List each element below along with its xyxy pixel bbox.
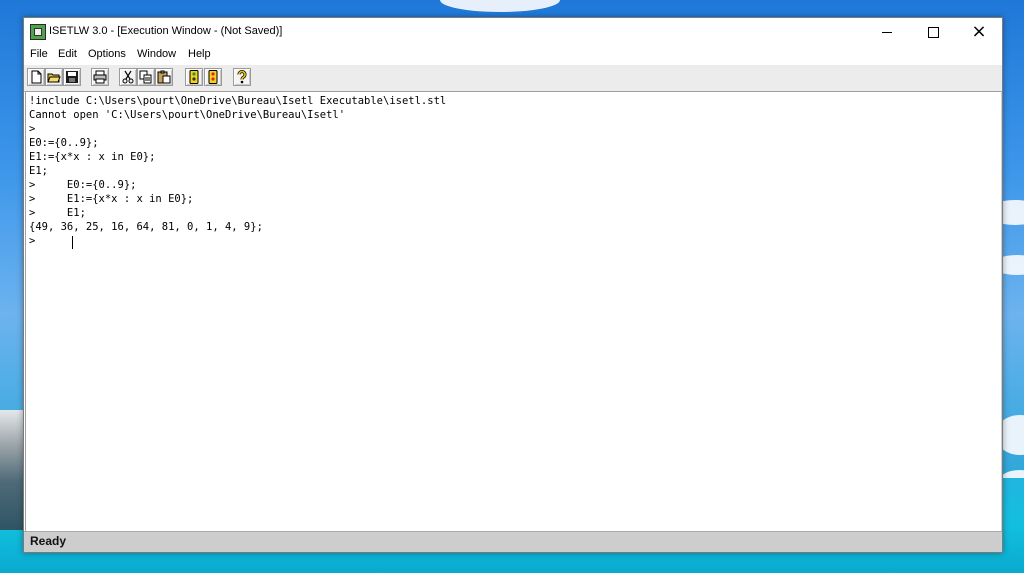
console-line: Cannot open 'C:\Users\pourt\OneDrive\Bur…: [29, 109, 346, 121]
stop-button[interactable]: [204, 68, 222, 86]
console-line: E1;: [29, 165, 48, 177]
copy-button[interactable]: [137, 68, 155, 86]
close-icon: ×: [971, 21, 987, 42]
help-button[interactable]: [233, 68, 251, 86]
open-folder-icon: [47, 73, 61, 83]
menu-file[interactable]: File: [30, 48, 48, 60]
maximize-icon: [927, 26, 939, 38]
stop-icon: [208, 70, 218, 84]
cut-button[interactable]: [119, 68, 137, 86]
save-disk-icon: [66, 71, 78, 83]
paste-icon: [157, 70, 171, 84]
console-prompt: >: [29, 235, 36, 247]
paste-button[interactable]: [155, 68, 173, 86]
console-line: E0:={0..9};: [29, 137, 99, 149]
menu-options[interactable]: Options: [88, 48, 126, 60]
close-button[interactable]: ×: [956, 18, 1002, 46]
console-line: !include C:\Users\pourt\OneDrive\Bureau\…: [29, 95, 447, 107]
execution-text-area[interactable]: !include C:\Users\pourt\OneDrive\Bureau\…: [25, 91, 1002, 532]
copy-icon: [139, 70, 152, 84]
minimize-icon: [882, 31, 892, 33]
print-icon: [93, 70, 107, 84]
new-file-icon: [31, 70, 42, 84]
print-button[interactable]: [91, 68, 109, 86]
help-question-icon: [237, 70, 247, 84]
menu-bar: File Edit Options Window Help: [24, 46, 1002, 64]
dock-structure: [0, 410, 24, 530]
status-bar: Ready: [24, 531, 1002, 552]
cut-icon: [122, 70, 134, 84]
title-bar[interactable]: ISETLW 3.0 - [Execution Window - (Not Sa…: [24, 18, 1002, 46]
app-icon[interactable]: [30, 24, 46, 40]
toolbar: [24, 64, 1002, 92]
console-line: >: [29, 123, 36, 135]
open-button[interactable]: [45, 68, 63, 86]
new-file-button[interactable]: [27, 68, 45, 86]
run-button[interactable]: [185, 68, 203, 86]
run-icon: [189, 70, 199, 84]
console-line: > E1;: [29, 207, 86, 219]
console-line: {49, 36, 25, 16, 64, 81, 0, 1, 4, 9};: [29, 221, 263, 233]
maximize-button[interactable]: [910, 18, 956, 46]
save-button[interactable]: [63, 68, 81, 86]
console-line: E1:={x*x : x in E0};: [29, 151, 156, 163]
text-caret: [72, 236, 73, 249]
isetlw-window: ISETLW 3.0 - [Execution Window - (Not Sa…: [23, 17, 1003, 553]
cloud-decoration: [440, 0, 560, 12]
menu-edit[interactable]: Edit: [58, 48, 77, 60]
status-text: Ready: [30, 534, 67, 548]
window-title: ISETLW 3.0 - [Execution Window - (Not Sa…: [49, 25, 283, 37]
console-line: > E1:={x*x : x in E0};: [29, 193, 194, 205]
menu-window[interactable]: Window: [137, 48, 176, 60]
console-line: > E0:={0..9};: [29, 179, 137, 191]
menu-help[interactable]: Help: [188, 48, 211, 60]
minimize-button[interactable]: [864, 18, 910, 46]
